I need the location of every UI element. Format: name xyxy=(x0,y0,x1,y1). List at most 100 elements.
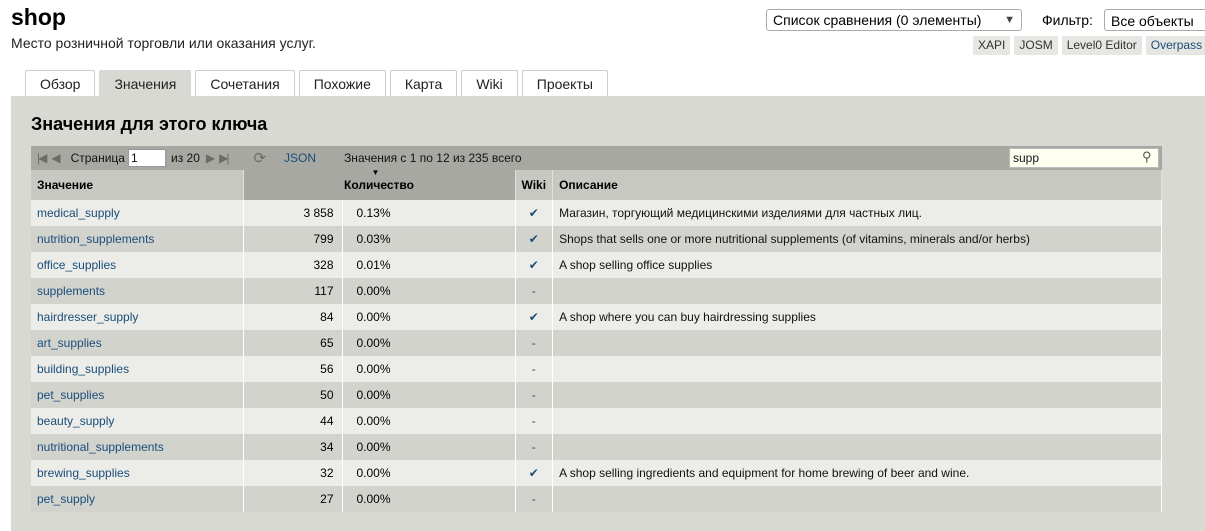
tab-combinations[interactable]: Сочетания xyxy=(195,70,295,96)
percent-cell: 0.13% xyxy=(342,200,516,226)
wiki-cell: ✔ xyxy=(515,226,554,252)
filter-select[interactable]: Все объекты xyxy=(1104,9,1205,31)
tab-bar: Обзор Значения Сочетания Похожие Карта W… xyxy=(25,70,608,96)
value-link[interactable]: art_supplies xyxy=(31,330,244,356)
search-icon: ⚲ xyxy=(1142,149,1152,164)
table-row: supplements 117 0.00% - xyxy=(31,278,1162,304)
value-link[interactable]: nutritional_supplements xyxy=(31,434,244,460)
column-header-value[interactable]: Значение xyxy=(31,170,244,200)
search-input[interactable]: supp xyxy=(1009,148,1159,168)
wiki-cell: - xyxy=(515,434,554,460)
percent-cell: 0.00% xyxy=(342,330,516,356)
column-header-count[interactable]: ▼ Количество xyxy=(243,168,516,200)
table-row: pet_supplies 50 0.00% - xyxy=(31,382,1162,408)
count-cell: 50 xyxy=(243,382,343,408)
tab-values[interactable]: Значения xyxy=(99,70,192,96)
description-cell xyxy=(552,278,1162,304)
count-cell: 65 xyxy=(243,330,343,356)
value-link[interactable]: building_supplies xyxy=(31,356,244,382)
overpass-link[interactable]: Overpass xyxy=(1145,36,1205,55)
next-page-icon[interactable]: ▶ xyxy=(206,151,215,165)
value-link[interactable]: nutrition_supplements xyxy=(31,226,244,252)
percent-cell: 0.00% xyxy=(342,408,516,434)
wiki-cell: ✔ xyxy=(515,200,554,226)
count-cell: 328 xyxy=(243,252,343,278)
page-total: из 20 xyxy=(170,151,200,165)
page-number-input[interactable]: 1 xyxy=(127,149,166,167)
table-row: office_supplies 328 0.01% ✔ A shop selling o… xyxy=(31,252,1162,278)
description-cell: A shop where you can buy hairdressing su… xyxy=(552,304,1162,330)
count-cell: 799 xyxy=(243,226,343,252)
count-cell: 32 xyxy=(243,460,343,486)
description-cell: A shop selling ingredients and equipment… xyxy=(552,460,1162,486)
pager-bar: |◀ ◀ Страница 1 из 20 ▶ ▶| ⟳ JSON Значен… xyxy=(31,146,1162,170)
count-cell: 56 xyxy=(243,356,343,382)
value-link[interactable]: beauty_supply xyxy=(31,408,244,434)
percent-cell: 0.00% xyxy=(342,278,516,304)
value-link[interactable]: pet_supplies xyxy=(31,382,244,408)
description-cell xyxy=(552,434,1162,460)
value-link[interactable]: hairdresser_supply xyxy=(31,304,244,330)
description-cell xyxy=(552,382,1162,408)
description-cell xyxy=(552,330,1162,356)
wiki-cell: ✔ xyxy=(515,304,554,330)
wiki-cell: - xyxy=(515,278,554,304)
range-text: Значения с 1 по 12 из 235 всего xyxy=(344,151,522,165)
page-label: Страница xyxy=(70,151,125,165)
tab-projects[interactable]: Проекты xyxy=(521,70,608,96)
prev-page-icon[interactable]: ◀ xyxy=(51,151,60,165)
value-link[interactable]: pet_supply xyxy=(31,486,244,512)
wiki-cell: - xyxy=(515,330,554,356)
column-header-wiki[interactable]: Wiki xyxy=(515,170,554,200)
description-cell xyxy=(552,408,1162,434)
count-cell: 44 xyxy=(243,408,343,434)
tab-overview[interactable]: Обзор xyxy=(25,70,96,96)
compare-list-select[interactable]: Список сравнения (0 элементы) ▼ xyxy=(766,9,1022,31)
percent-cell: 0.00% xyxy=(342,460,516,486)
table-row: brewing_supplies 32 0.00% ✔ A shop selling i… xyxy=(31,460,1162,486)
wiki-cell: - xyxy=(515,486,554,512)
column-header-count-label: Количество xyxy=(344,178,414,192)
josm-link[interactable]: JOSM xyxy=(1014,36,1058,55)
chevron-down-icon: ▼ xyxy=(1004,14,1015,26)
table-row: hairdresser_supply 84 0.00% ✔ A shop where y… xyxy=(31,304,1162,330)
first-page-icon[interactable]: |◀ xyxy=(37,151,47,165)
percent-cell: 0.00% xyxy=(342,356,516,382)
tab-similar[interactable]: Похожие xyxy=(298,70,386,96)
table-row: medical_supply 3 858 0.13% ✔ Магазин, торгую… xyxy=(31,200,1162,226)
value-link[interactable]: supplements xyxy=(31,278,244,304)
percent-cell: 0.00% xyxy=(342,486,516,512)
value-link[interactable]: medical_supply xyxy=(31,200,244,226)
count-cell: 3 858 xyxy=(243,200,343,226)
column-header-description[interactable]: Описание xyxy=(552,170,1162,200)
filter-label: Фильтр: xyxy=(1042,12,1093,28)
section-title: Значения для этого ключа xyxy=(31,114,268,134)
table-row: art_supplies 65 0.00% - xyxy=(31,330,1162,356)
external-links: XAPI JOSM Level0 Editor Overpass xyxy=(973,36,1205,55)
table-row: pet_supply 27 0.00% - xyxy=(31,486,1162,512)
reload-icon[interactable]: ⟳ xyxy=(253,149,266,167)
table-row: beauty_supply 44 0.00% - xyxy=(31,408,1162,434)
level0-editor-link[interactable]: Level0 Editor xyxy=(1061,36,1142,55)
page-title: shop xyxy=(11,4,66,30)
percent-cell: 0.00% xyxy=(342,304,516,330)
description-cell xyxy=(552,356,1162,382)
values-table: Значение ▼ Количество Wiki Описание medic… xyxy=(31,168,1162,512)
last-page-icon[interactable]: ▶| xyxy=(219,151,229,165)
json-link[interactable]: JSON xyxy=(284,151,316,165)
description-cell: Shops that sells one or more nutritional… xyxy=(552,226,1162,252)
count-cell: 27 xyxy=(243,486,343,512)
xapi-link[interactable]: XAPI xyxy=(973,36,1011,55)
tab-map[interactable]: Карта xyxy=(389,70,458,96)
tab-wiki[interactable]: Wiki xyxy=(461,70,518,96)
count-cell: 34 xyxy=(243,434,343,460)
table-row: nutritional_supplements 34 0.00% - xyxy=(31,434,1162,460)
compare-list-label: Список сравнения (0 элементы) xyxy=(773,12,982,28)
wiki-cell: - xyxy=(515,356,554,382)
wiki-cell: - xyxy=(515,382,554,408)
value-link[interactable]: office_supplies xyxy=(31,252,244,278)
description-cell xyxy=(552,486,1162,512)
count-cell: 84 xyxy=(243,304,343,330)
percent-cell: 0.01% xyxy=(342,252,516,278)
value-link[interactable]: brewing_supplies xyxy=(31,460,244,486)
